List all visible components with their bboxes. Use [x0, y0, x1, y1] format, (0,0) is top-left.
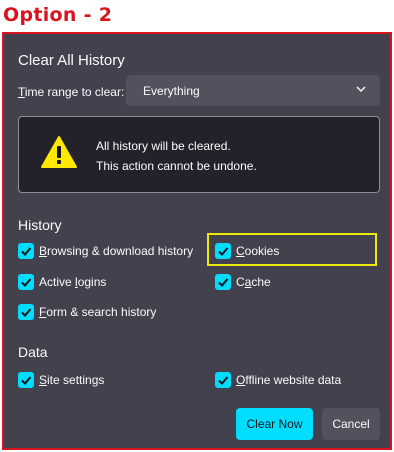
label-prefix: Active: [39, 275, 76, 289]
label-text: ookies: [244, 244, 280, 258]
label-text: ffline website data: [245, 373, 342, 387]
label-prefix: C: [236, 275, 245, 289]
time-range-select[interactable]: Everything: [126, 75, 380, 106]
checkmark-icon: [21, 278, 32, 287]
label-text: ite settings: [47, 373, 105, 387]
cancel-button[interactable]: Cancel: [322, 408, 380, 440]
checkbox-box: [18, 372, 34, 388]
browsing-download-history-checkbox[interactable]: Browsing & download history: [18, 242, 193, 260]
offline-website-data-checkbox[interactable]: Offline website data: [215, 371, 341, 389]
time-range-selected-value: Everything: [143, 83, 200, 98]
form-search-history-checkbox[interactable]: Form & search history: [18, 303, 156, 321]
warning-line-2: This action cannot be undone.: [96, 159, 257, 173]
chevron-down-icon: [356, 86, 366, 92]
checkbox-box: [18, 304, 34, 320]
label-text: rowsing & download history: [47, 244, 194, 258]
clear-history-dialog: Clear All History Time range to clear: E…: [2, 32, 392, 450]
checkbox-label: Site settings: [39, 373, 104, 387]
option-caption: Option - 2: [3, 4, 113, 26]
checkbox-label: Cookies: [236, 244, 279, 258]
checkmark-icon: [21, 308, 32, 317]
checkmark-icon: [21, 376, 32, 385]
checkbox-label: Offline website data: [236, 373, 341, 387]
checkbox-box: [215, 372, 231, 388]
checkbox-label: Cache: [236, 275, 271, 289]
checkbox-box: [215, 243, 231, 259]
warning-icon: [41, 136, 77, 168]
cookies-checkbox[interactable]: Cookies: [215, 242, 279, 260]
cache-checkbox[interactable]: Cache: [215, 273, 271, 291]
label-text: orm & search history: [46, 305, 157, 319]
label-text: ogins: [77, 275, 107, 289]
time-range-label-text: ime range to clear:: [24, 85, 125, 99]
checkbox-box: [18, 274, 34, 290]
checkbox-label: Active logins: [39, 275, 106, 289]
warning-box: All history will be cleared. This action…: [18, 116, 380, 193]
checkbox-label: Form & search history: [39, 305, 156, 319]
checkmark-icon: [21, 247, 32, 256]
time-range-label: Time range to clear:: [18, 85, 124, 99]
label-text: che: [251, 275, 271, 289]
checkbox-box: [215, 274, 231, 290]
history-section-heading: History: [18, 217, 62, 233]
data-section-heading: Data: [18, 344, 48, 360]
dialog-title: Clear All History: [18, 52, 125, 69]
clear-now-button[interactable]: Clear Now: [236, 408, 313, 440]
label-accesskey: C: [236, 244, 245, 258]
label-accesskey: B: [39, 244, 48, 258]
active-logins-checkbox[interactable]: Active logins: [18, 273, 106, 291]
time-range-label-accesskey: T: [18, 85, 25, 99]
checkbox-box: [18, 243, 34, 259]
checkbox-label: Browsing & download history: [39, 244, 193, 258]
label-accesskey: S: [39, 373, 48, 387]
label-accesskey: O: [236, 373, 246, 387]
checkmark-icon: [218, 376, 229, 385]
site-settings-checkbox[interactable]: Site settings: [18, 371, 104, 389]
checkmark-icon: [218, 278, 229, 287]
checkmark-icon: [218, 247, 229, 256]
warning-line-1: All history will be cleared.: [96, 139, 231, 153]
